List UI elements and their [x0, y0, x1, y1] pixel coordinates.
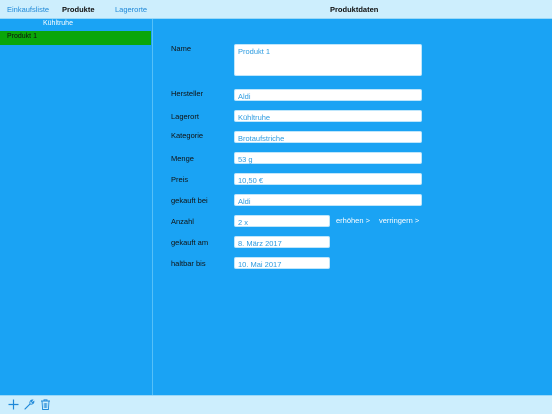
list-item-label: Produkt 1	[7, 33, 37, 40]
section-header-label: Kühltruhe	[43, 20, 73, 27]
split-divider	[152, 0, 153, 414]
gekauft-bei-field[interactable]: Aldi	[234, 194, 422, 206]
gekauft-bei-label: gekauft bei	[171, 196, 208, 205]
tab-einkaufsliste[interactable]: Einkaufsliste	[7, 5, 49, 14]
decrease-button[interactable]: verringern >	[379, 216, 419, 225]
kategorie-field[interactable]: Brotaufstriche	[234, 131, 422, 143]
lagerort-label: Lagerort	[171, 112, 199, 121]
product-list-pane	[0, 0, 152, 414]
tab-lagerorte[interactable]: Lagerorte	[115, 5, 147, 14]
gekauft-am-label: gekauft am	[171, 238, 209, 247]
menge-field[interactable]: 53 g	[234, 152, 422, 164]
kategorie-label: Kategorie	[171, 131, 204, 140]
anzahl-label: Anzahl	[171, 217, 194, 226]
list-item[interactable]: Produkt 1	[0, 31, 151, 45]
preis-field[interactable]: 10,50 €	[234, 173, 422, 185]
preis-label: Preis	[171, 175, 189, 184]
haltbar-bis-label: haltbar bis	[171, 259, 206, 268]
name-label: Name	[171, 44, 192, 53]
detail-pane-title: Produktdaten	[330, 5, 379, 14]
tab-produkte[interactable]: Produkte	[62, 5, 95, 14]
menge-label: Menge	[171, 154, 194, 163]
gekauft-am-field[interactable]: 8. März 2017	[234, 236, 330, 248]
trash-icon[interactable]	[39, 398, 52, 411]
anzahl-field[interactable]: 2 x	[234, 215, 330, 227]
hersteller-field[interactable]: Aldi	[234, 89, 422, 101]
bottom-toolbar	[0, 396, 552, 414]
wrench-icon[interactable]	[23, 398, 36, 411]
plus-icon[interactable]	[7, 398, 20, 411]
increase-button[interactable]: erhöhen >	[336, 216, 370, 225]
lagerort-field[interactable]: Kühltruhe	[234, 110, 422, 122]
list-section-header: Kühltruhe	[0, 19, 152, 30]
name-field[interactable]: Produkt 1	[234, 44, 422, 76]
hersteller-label: Hersteller	[171, 89, 204, 98]
haltbar-bis-field[interactable]: 10. Mai 2017	[234, 257, 330, 269]
